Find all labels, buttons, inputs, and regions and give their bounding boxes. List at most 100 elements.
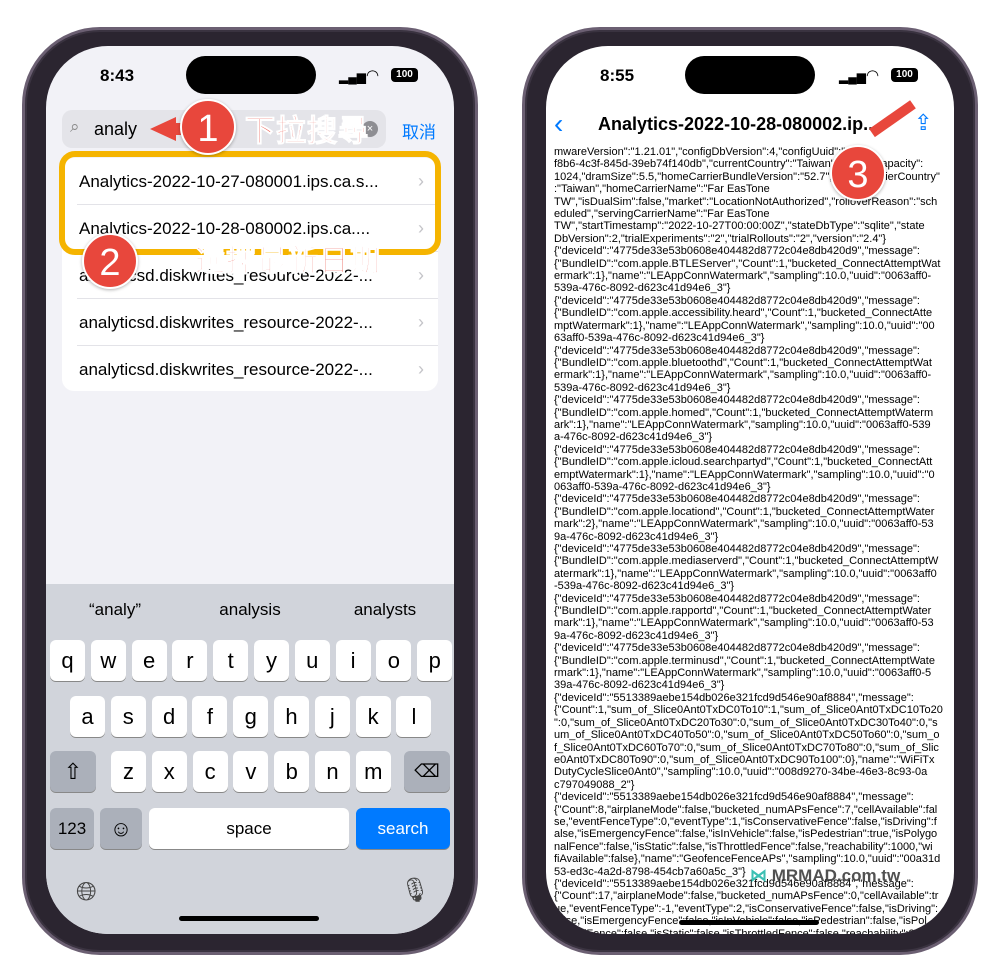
list-item[interactable]: analyticsd.diskwrites_resource-2022-... › [77,299,438,346]
back-button[interactable]: ‹ [554,108,563,140]
log-line: f8b6-4c3f-845d-39eb74f140db","currentCou… [554,158,924,171]
log-content: mwareVersion":"1.21.01","configDbVersion… [554,146,954,934]
log-line: {"deviceId":"4775de33e53b0608e404482d877… [554,493,920,506]
shift-key[interactable]: ⇧ [50,751,96,792]
log-line: {"BundleID":"com.apple.accessibility.hea… [554,307,933,320]
log-line: 1024,"dramSize":5.5,"homeCarrierBundleVe… [554,170,940,183]
delete-key[interactable]: ⌫ [404,751,450,792]
key-c[interactable]: c [192,751,228,792]
log-line: :"Taiwan","homeCarrierName":"Far EasTone [554,183,770,196]
log-line: DutyCycleSlice0Ant0","sampling":10.0,"uu… [554,766,928,779]
log-line: {"Count":1,"sum_of_Slice0Ant0TxDC0To10":… [554,704,943,717]
log-line: um_of_Slice0Ant0TxDC40To50":0,"sum_of_Sl… [554,729,940,742]
list-item-label: analyticsd.diskwrites_resource-2022-... [79,313,373,332]
log-line: {"deviceId":"4775de33e53b0608e404482d877… [554,394,920,407]
key-a[interactable]: a [70,696,105,737]
key-x[interactable]: x [151,751,187,792]
key-k[interactable]: k [355,696,391,737]
log-line: mptWatermark":1},"name":"LEAppConnWaterm… [554,319,935,332]
log-line: atermark":1},"name":"LEAppConnWatermark"… [554,567,937,580]
log-line: ermark":1},"name":"LEAppConnWatermark","… [554,270,932,283]
key-s[interactable]: s [110,696,146,737]
status-time: 8:43 [100,66,135,85]
dynamic-island [685,56,815,94]
status-time: 8:55 [600,66,635,85]
log-line: a-476c-8092-d623c41d94e6_3"} [554,431,713,444]
home-indicator [679,920,819,925]
log-line: {"deviceId":"4775de33e53b0608e404482d877… [554,344,920,357]
key-y[interactable]: y [254,640,289,681]
key-o[interactable]: o [376,640,412,681]
wifi-icon: ◠ [366,67,380,84]
log-line: ue,"eventFenceType":-1,"eventType":2,"is… [554,902,939,915]
log-line: {"BundleID":"com.apple.BTLEServer","Coun… [554,257,941,270]
key-t[interactable]: t [213,640,249,681]
log-line: 539a-476c-8092-d623c41d94e6_3"} [554,381,731,394]
log-line: nalFence":false,"isStatic":false,"isThro… [554,840,933,853]
key-g[interactable]: g [233,696,269,737]
log-line: {"BundleID":"com.apple.homed","Count":1,… [554,406,934,419]
log-line: 63aff0-539a-476c-8092-d623c41d94e6_3"} [554,332,765,345]
numbers-key[interactable]: 123 [50,808,94,849]
suggestion[interactable]: analysis [185,600,315,620]
document-title: Analytics-2022-10-28-080002.ip... [598,114,879,134]
key-z[interactable]: z [111,751,146,792]
key-n[interactable]: n [315,751,350,792]
key-i[interactable]: i [335,640,371,681]
log-line: eduled","servingCarrierName":"Far EasTon… [554,208,770,221]
log-line: {"BundleID":"com.apple.bluetoothd","Coun… [554,356,932,369]
microphone-icon[interactable]: 🎙︎ [400,876,430,905]
key-w[interactable]: w [90,640,126,681]
battery-icon: 100 [391,68,418,82]
key-v[interactable]: v [233,751,269,792]
emoji-key[interactable]: ☺ [100,808,142,849]
space-key[interactable]: space [149,808,349,849]
log-line: {"deviceId":"4775de33e53b0608e404482d877… [554,592,920,605]
log-line: se,"eventFenceType":0,"eventType":1,"isC… [554,815,937,828]
log-line: DbVersion":2,"trialExperiments":"2","tri… [554,232,887,245]
share-icon[interactable]: ⇪ [914,110,932,136]
signal-icon: ▂▄▆ [339,70,366,84]
log-line: {"deviceId":"4775de33e53b0608e404482d877… [554,245,920,258]
log-line: mark":2},"name":"LEAppConnWatermark","sa… [554,518,934,531]
log-line: 063aff0-539a-476c-8092-d623c41d94e6_3"} [554,480,771,493]
log-line: alse,"isEmergencyFence":false,"isInVehic… [554,828,938,841]
dynamic-island [186,56,316,94]
globe-icon[interactable]: 🌐︎ [76,876,97,908]
step-2-badge: 2 [82,233,138,289]
key-j[interactable]: j [314,696,350,737]
key-e[interactable]: e [131,640,167,681]
log-line: rmark":1},"name":"LEAppConnWatermark","s… [554,667,932,680]
key-h[interactable]: h [274,696,309,737]
log-line: {"deviceId":"4775de33e53b0608e404482d877… [554,443,920,456]
chevron-right-icon: › [418,312,424,332]
key-l[interactable]: l [396,696,432,737]
key-r[interactable]: r [172,640,208,681]
log-line: {"Count":17,"airplaneMode":false,"bucket… [554,890,939,903]
wifi-icon: ◠ [866,67,880,84]
search-key[interactable]: search [356,808,450,849]
suggestion[interactable]: “analy” [50,600,180,620]
list-item[interactable]: analyticsd.diskwrites_resource-2022-... › [77,346,438,391]
watermark-logo: ⋈ MRMAD.com.tw [750,866,901,885]
search-icon: ⌕ [70,117,80,136]
cancel-button[interactable]: 取消 [402,118,436,143]
home-indicator [179,916,319,921]
log-line: {"BundleID":"com.apple.mediaserverd","Co… [554,555,939,568]
signal-icon: ▂▄▆ [839,70,866,84]
log-line: mark":1},"name":"LEAppConnWatermark","sa… [554,617,934,630]
key-d[interactable]: d [151,696,187,737]
step-1-label: 下拉搜尋 [245,115,369,149]
key-q[interactable]: q [50,640,85,681]
key-f[interactable]: f [192,696,228,737]
key-m[interactable]: m [355,751,391,792]
key-u[interactable]: u [294,640,330,681]
log-line: emptWatermark":1},"name":"LEAppConnWater… [554,468,935,481]
log-line: mwareVersion":"1.21.01","configDbVersion… [554,146,846,158]
key-p[interactable]: p [417,640,453,681]
log-line: TW","startTimestamp":"2022-10-27T00:00:0… [554,220,925,233]
log-line: {"Count":8,"airplaneMode":false,"buckete… [554,803,938,816]
key-b[interactable]: b [274,751,310,792]
step-2-label: 選擇最新日期 [195,245,381,279]
suggestion[interactable]: analysts [320,600,450,620]
